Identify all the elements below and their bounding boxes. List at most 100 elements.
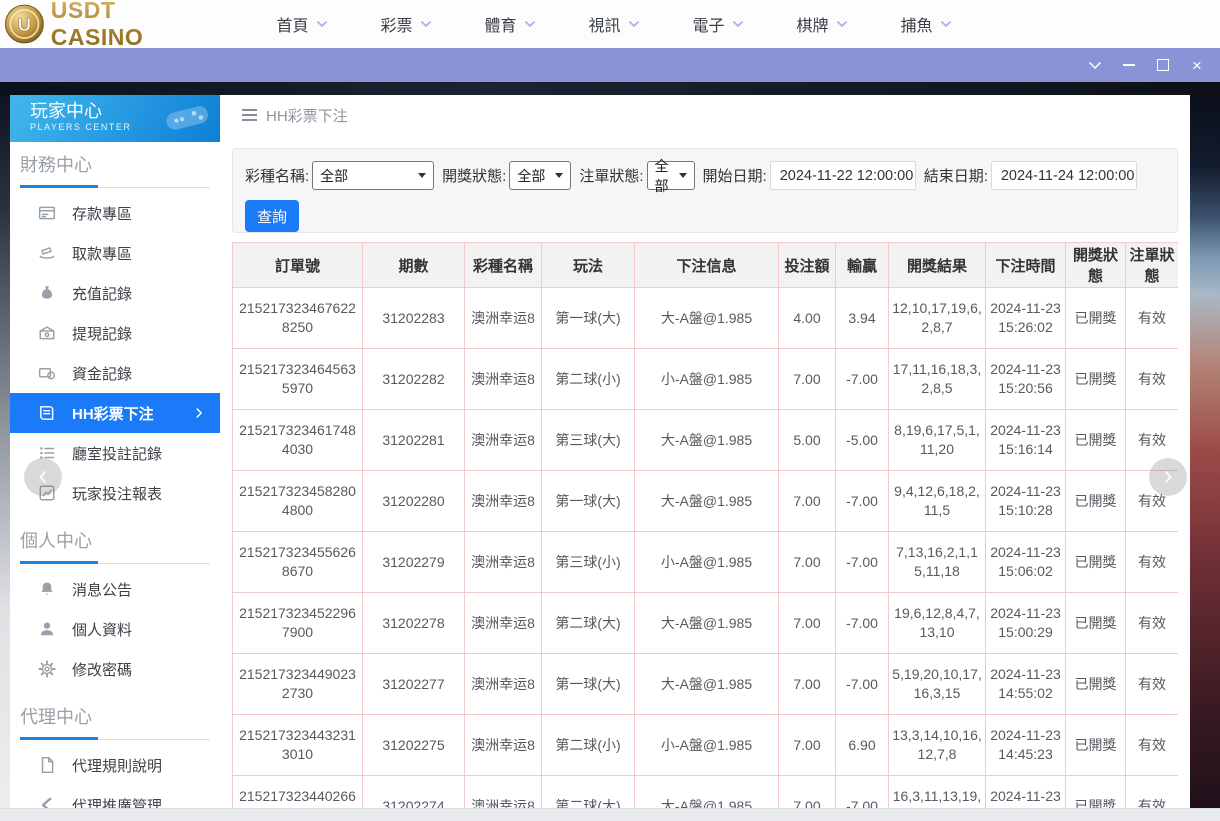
table-row: 215217323461748403031202281澳洲幸运8第三球(大)大-…: [233, 410, 1179, 471]
selected-value: 全部: [655, 156, 673, 196]
table-header-cell: 輸贏: [836, 243, 889, 288]
table-cell: 已開獎: [1066, 715, 1126, 776]
chevron-down-icon: [1088, 61, 1102, 70]
sidebar-item-label: 個人資料: [72, 619, 132, 640]
table-cell: 31202283: [363, 288, 465, 349]
sidebar-item-deposit[interactable]: 存款專區: [10, 193, 220, 233]
sidebar-item-change-password[interactable]: 修改密碼: [10, 649, 220, 689]
table-cell: 有效: [1126, 715, 1179, 776]
table-header-row: 訂單號期數彩種名稱玩法下注信息投注額輸贏開獎結果下注時間開獎狀態注單狀態: [233, 243, 1179, 288]
table-cell: 2024-11-23 15:20:56: [986, 349, 1066, 410]
coin-logo-icon: U: [4, 3, 45, 45]
nav-item-label: 體育: [484, 12, 516, 36]
table-row: 215217323449023273031202277澳洲幸运8第一球(大)大-…: [233, 654, 1179, 715]
sidebar-item-funds-record[interactable]: 資金記錄: [10, 353, 220, 393]
maximize-button[interactable]: [1152, 54, 1174, 76]
table-cell: 澳洲幸运8: [465, 471, 542, 532]
nav-item-label: 捕魚: [900, 12, 932, 36]
sidebar-item-hh-lottery-bets[interactable]: HH彩票下注: [10, 393, 220, 433]
table-header-cell: 開獎結果: [889, 243, 986, 288]
hamburger-menu-icon[interactable]: [242, 109, 257, 121]
order-status-select[interactable]: 全部: [647, 161, 695, 190]
table-cell: 7.00: [779, 654, 836, 715]
window-controls: ×: [1084, 48, 1208, 82]
window-dropdown-button[interactable]: [1084, 54, 1106, 76]
table-cell: 2152173234556268670: [233, 532, 363, 593]
sidebar-collapse-button[interactable]: [24, 458, 62, 496]
table-header-cell: 彩種名稱: [465, 243, 542, 288]
table-cell: 31202277: [363, 654, 465, 715]
table-cell: 大-A盤@1.985: [635, 288, 779, 349]
minimize-button[interactable]: [1118, 54, 1140, 76]
chevron-down-icon: [940, 20, 952, 28]
panel-expand-button[interactable]: [1149, 458, 1187, 496]
sidebar-item-label: 修改密碼: [72, 659, 132, 680]
sidebar-item-messages[interactable]: 消息公告: [10, 569, 220, 609]
chevron-left-icon: [35, 469, 51, 485]
nav-item-label: 首頁: [276, 12, 308, 36]
table-cell: -7.00: [836, 593, 889, 654]
site-navbar: U USDT CASINO 首頁 彩票 體育 視訊電子 棋牌 捕魚: [0, 0, 1220, 48]
nav-item-lottery[interactable]: 彩票: [354, 0, 458, 48]
sidebar-item-withdraw[interactable]: 取款專區: [10, 233, 220, 273]
nav-item-video[interactable]: 視訊: [562, 0, 666, 48]
table-cell: 2024-11-23 14:45:23: [986, 715, 1066, 776]
chevron-down-icon: [836, 20, 848, 28]
table-cell: 第二球(小): [542, 715, 635, 776]
close-button[interactable]: ×: [1186, 54, 1208, 76]
table-cell: 第三球(小): [542, 532, 635, 593]
table-row: 215217323467622825031202283澳洲幸运8第一球(大)大-…: [233, 288, 1179, 349]
table-cell: -7.00: [836, 349, 889, 410]
sidebar-item-recharge-record[interactable]: 充值記錄: [10, 273, 220, 313]
table-cell: 澳洲幸运8: [465, 532, 542, 593]
sidebar-section-title: 財務中心: [20, 151, 220, 177]
table-cell: 7.00: [779, 715, 836, 776]
table-cell: 大-A盤@1.985: [635, 776, 779, 809]
main-content: HH彩票下注 彩種名稱: 全部 開獎狀態: 全部 注單狀態: 全部: [220, 95, 1190, 808]
sidebar-header: 玩家中心 PLAYERS CENTER: [10, 95, 220, 142]
sidebar-item-profile[interactable]: 個人資料: [10, 609, 220, 649]
table-cell: 澳洲幸运8: [465, 715, 542, 776]
table-cell: 2024-11-23 14:40:26: [986, 776, 1066, 809]
horizontal-scrollbar-track[interactable]: [0, 808, 1220, 821]
brand-logo[interactable]: U USDT CASINO: [4, 0, 210, 51]
table-cell: 第二球(大): [542, 593, 635, 654]
chevron-down-icon: [524, 20, 536, 28]
bell-icon: [38, 580, 56, 598]
start-date-input[interactable]: 2024-11-22 12:00:00: [770, 161, 916, 190]
sidebar-item-agent-rules[interactable]: 代理規則說明: [10, 745, 220, 785]
table-cell: 2152173234645635970: [233, 349, 363, 410]
table-cell: 16,3,11,13,19,17,2,9: [889, 776, 986, 809]
nav-item-label: 棋牌: [796, 12, 828, 36]
nav-item-chess[interactable]: 棋牌: [770, 0, 874, 48]
end-date-label: 結束日期:: [924, 165, 988, 186]
nav-item-slots[interactable]: 電子: [666, 0, 770, 48]
end-date-input[interactable]: 2024-11-24 12:00:00: [991, 161, 1137, 190]
table-cell: 第一球(大): [542, 654, 635, 715]
draw-status-select[interactable]: 全部: [509, 161, 571, 190]
search-button[interactable]: 查詢: [245, 200, 299, 232]
draw-status-label: 開獎狀態:: [442, 165, 506, 186]
gear-icon: [38, 660, 56, 678]
nav-item-sports[interactable]: 體育: [458, 0, 562, 48]
table-cell: 有效: [1126, 532, 1179, 593]
selected-value: 全部: [517, 166, 545, 186]
table-header-cell: 玩法: [542, 243, 635, 288]
nav-item-fishing[interactable]: 捕魚: [874, 0, 978, 48]
chevron-down-icon: [628, 20, 640, 28]
sidebar-item-label: 廳室投註記錄: [72, 443, 162, 464]
table-cell: 5,19,20,10,17,16,3,15: [889, 654, 986, 715]
table-cell: 第三球(大): [542, 410, 635, 471]
table-cell: 大-A盤@1.985: [635, 654, 779, 715]
table-cell: 已開獎: [1066, 776, 1126, 809]
section-underline: [20, 184, 210, 188]
sidebar-item-label: 代理規則說明: [72, 755, 162, 776]
table-cell: 31202281: [363, 410, 465, 471]
table-cell: 澳洲幸运8: [465, 349, 542, 410]
lottery-type-select[interactable]: 全部: [312, 161, 434, 190]
nav-item-home[interactable]: 首頁: [250, 0, 354, 48]
book-icon: [38, 404, 56, 422]
sidebar-item-withdrawal-record[interactable]: 提現記錄: [10, 313, 220, 353]
table-cell: 已開獎: [1066, 532, 1126, 593]
sidebar-item-agent-promotion[interactable]: 代理推廣管理: [10, 785, 220, 808]
